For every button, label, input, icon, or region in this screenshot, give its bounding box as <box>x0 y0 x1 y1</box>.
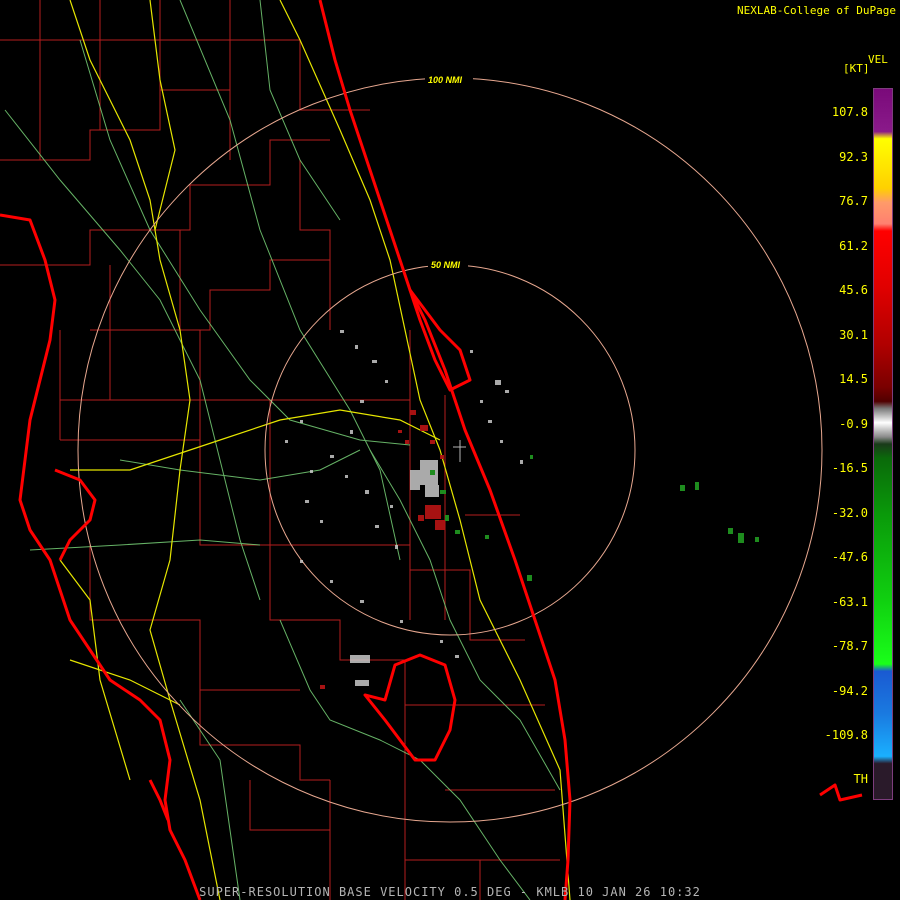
colorbar-tick-label: -47.6 <box>831 550 868 564</box>
legend-unit-label: [KT] <box>843 62 870 75</box>
radar-echoes <box>285 330 759 689</box>
product-caption: SUPER-RESOLUTION BASE VELOCITY 0.5 DEG -… <box>199 885 701 899</box>
range-ring-50nmi <box>264 264 636 636</box>
colorbar-tick-label: -109.8 <box>824 728 868 742</box>
range-ring-label-100: 100 NMI <box>428 75 463 85</box>
colorbar-tick-label: 107.8 <box>831 105 868 119</box>
colorbar-tick-label: -0.9 <box>839 416 868 431</box>
colorbar-tick-label: 14.5 <box>839 372 868 386</box>
radar-site-marker <box>453 440 466 462</box>
secondary-highways <box>4 0 561 900</box>
source-credit: NEXLAB-College of DuPage <box>737 4 896 17</box>
colorbar-tick-label: -32.0 <box>831 505 868 520</box>
velocity-colorbar <box>873 88 893 800</box>
colorbar-tick-label: -63.1 <box>831 594 868 609</box>
coastline <box>0 0 863 900</box>
legend-product-label: VEL <box>868 53 888 66</box>
colorbar-tick-label: -94.2 <box>831 683 868 698</box>
interstate-highways <box>59 0 571 900</box>
range-ring-label-50: 50 NMI <box>431 260 461 270</box>
colorbar-tick-label: 45.6 <box>839 283 868 297</box>
colorbar-tick-label: 61.2 <box>839 238 868 253</box>
colorbar-tick-label: 30.1 <box>839 327 868 342</box>
county-boundaries <box>0 0 560 900</box>
colorbar-tick-label: 92.3 <box>839 149 868 164</box>
colorbar-tick-label: 76.7 <box>839 194 868 208</box>
colorbar-th-label: TH <box>853 772 868 786</box>
colorbar-tick-label: -78.7 <box>831 639 868 653</box>
colorbar-tick-label: -16.5 <box>831 461 868 475</box>
radar-map: 100 NMI 50 NMI <box>0 0 863 900</box>
